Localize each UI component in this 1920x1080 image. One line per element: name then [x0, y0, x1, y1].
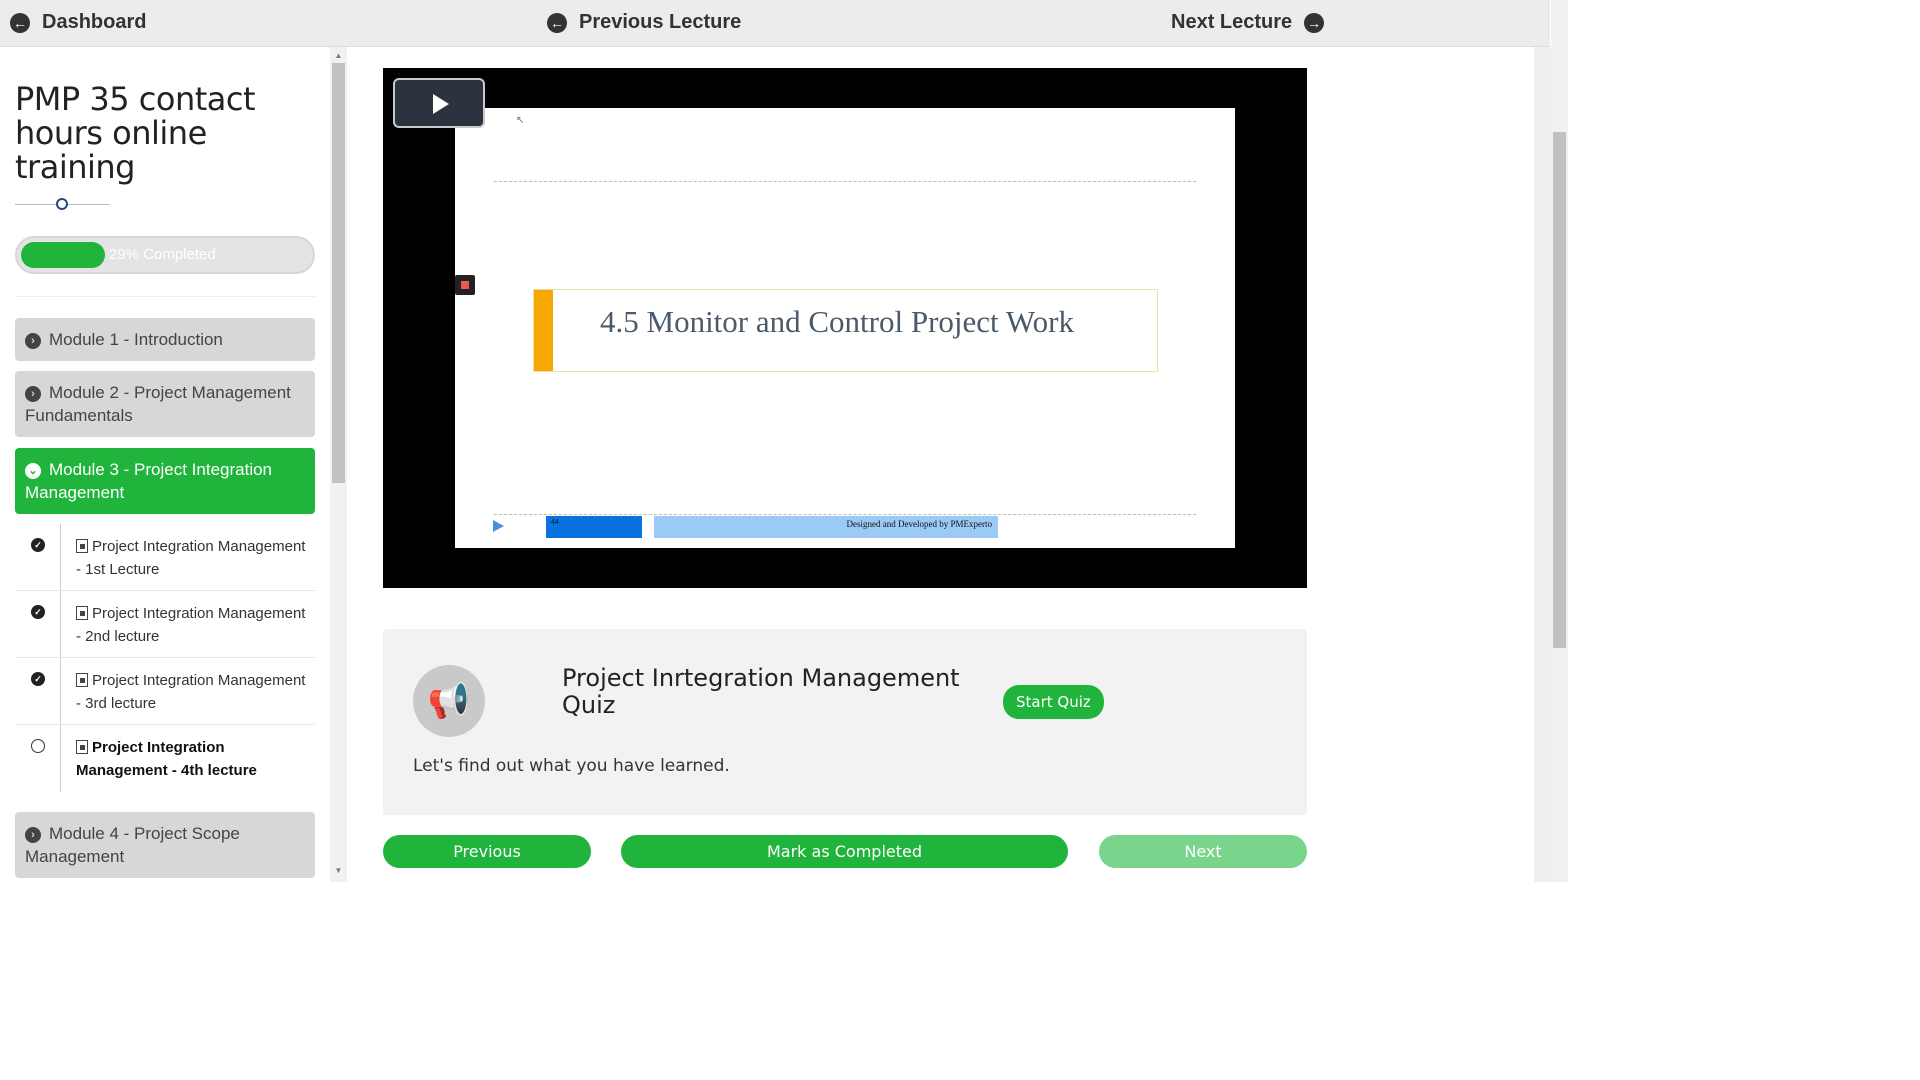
megaphone-icon: 📢 — [413, 665, 485, 737]
check-circle-icon: ✓ — [31, 538, 45, 552]
arrow-left-circle-icon: ← — [547, 12, 567, 33]
module-1[interactable]: › Module 1 - Introduction — [15, 318, 315, 361]
chevron-right-circle-icon: › — [25, 386, 41, 402]
module-label: Module 2 - Project Management Fundamenta… — [25, 383, 291, 425]
chevron-right-circle-icon: › — [25, 827, 41, 843]
scroll-down-arrow-icon[interactable]: ▼ — [334, 866, 343, 875]
dashboard-label: Dashboard — [42, 11, 147, 33]
slide-title-box: 4.5 Monitor and Control Project Work — [533, 289, 1158, 372]
play-button[interactable] — [393, 78, 485, 128]
divider-dot-icon — [56, 198, 68, 210]
lecture-item-current[interactable]: Project Integration Management - 4th lec… — [15, 725, 315, 792]
slide-dotted-line — [494, 514, 1196, 515]
document-icon — [76, 606, 88, 620]
course-title: PMP 35 contact hours online training — [15, 80, 256, 186]
timeline-line — [60, 725, 61, 792]
arrow-left-circle-icon: ← — [10, 12, 30, 33]
next-lecture-label: Next Lecture — [1171, 11, 1293, 33]
lecture-text: Project Integration Management - 4th lec… — [76, 736, 306, 782]
slide-dotted-line — [494, 181, 1196, 182]
next-lecture-link[interactable]: Next Lecture → — [1171, 11, 1325, 34]
page-scrollbar-thumb[interactable] — [1553, 132, 1566, 648]
arrow-right-circle-icon: → — [1304, 12, 1325, 33]
slide-play-icon[interactable] — [493, 520, 504, 532]
lecture-label: Project Integration Management - 4th lec… — [76, 739, 257, 779]
check-circle-icon: ✓ — [31, 672, 45, 686]
timeline-line — [60, 658, 61, 724]
video-slide: 4.5 Monitor and Control Project Work 44 … — [455, 108, 1235, 548]
previous-lecture-label: Previous Lecture — [579, 11, 742, 33]
start-quiz-button[interactable]: Start Quiz — [1003, 685, 1104, 719]
mark-as-completed-button[interactable]: Mark as Completed — [621, 835, 1068, 868]
lecture-item[interactable]: ✓ Project Integration Management - 2nd l… — [15, 591, 315, 658]
lecture-text: Project Integration Management - 2nd lec… — [76, 602, 306, 648]
lecture-label: Project Integration Management - 1st Lec… — [76, 538, 306, 578]
quiz-card: 📢 Project Inrtegration Management Quiz S… — [383, 629, 1307, 815]
top-navigation-bar: ← Dashboard ← Previous Lecture Next Lect… — [0, 0, 1550, 47]
previous-lecture-link[interactable]: ← Previous Lecture — [547, 11, 741, 34]
scroll-up-arrow-icon[interactable]: ▲ — [334, 51, 343, 60]
stop-icon[interactable] — [455, 275, 475, 295]
module-label: Module 3 - Project Integration Managemen… — [25, 460, 273, 502]
next-button[interactable]: Next — [1099, 835, 1307, 868]
video-player[interactable]: 4.5 Monitor and Control Project Work 44 … — [383, 68, 1307, 588]
document-icon — [76, 740, 88, 754]
slide-footer: Designed and Developed by PMExperto — [654, 516, 998, 538]
mouse-cursor-icon: ↖ — [516, 115, 525, 126]
lecture-list: ✓ Project Integration Management - 1st L… — [15, 524, 315, 792]
chevron-right-circle-icon: › — [25, 333, 41, 349]
chevron-down-circle-icon: ⌄ — [25, 463, 41, 479]
lecture-label: Project Integration Management - 3rd lec… — [76, 672, 306, 712]
progress-label: 29% Completed — [109, 246, 216, 263]
check-circle-icon: ✓ — [31, 605, 45, 619]
lecture-label: Project Integration Management - 2nd lec… — [76, 605, 306, 645]
timeline-line — [60, 591, 61, 657]
module-4[interactable]: › Module 4 - Project Scope Management — [15, 812, 315, 878]
progress-fill — [21, 242, 105, 268]
previous-button[interactable]: Previous — [383, 835, 591, 868]
sidebar-scrollbar-thumb[interactable] — [332, 63, 345, 483]
dashboard-link[interactable]: ← Dashboard — [10, 11, 146, 34]
lecture-text: Project Integration Management - 3rd lec… — [76, 669, 306, 715]
module-label: Module 1 - Introduction — [49, 330, 223, 349]
document-icon — [76, 539, 88, 553]
module-3[interactable]: ⌄ Module 3 - Project Integration Manageme… — [15, 448, 315, 514]
lecture-text: Project Integration Management - 1st Lec… — [76, 535, 306, 581]
slide-number: 44 — [546, 516, 642, 538]
slide-title-accent — [534, 290, 553, 371]
quiz-title: Project Inrtegration Management Quiz — [562, 664, 960, 719]
quiz-description: Let's find out what you have learned. — [413, 756, 730, 776]
document-icon — [76, 673, 88, 687]
empty-circle-icon — [31, 739, 45, 753]
course-sidebar: PMP 35 contact hours online training 29%… — [0, 47, 330, 882]
timeline-line — [60, 524, 61, 590]
lecture-item[interactable]: ✓ Project Integration Management - 1st L… — [15, 524, 315, 591]
slide-title: 4.5 Monitor and Control Project Work — [600, 304, 1074, 339]
module-2[interactable]: › Module 2 - Project Management Fundament… — [15, 371, 315, 437]
lecture-item[interactable]: ✓ Project Integration Management - 3rd l… — [15, 658, 315, 725]
divider — [15, 296, 315, 297]
course-progress-bar: 29% Completed — [15, 236, 315, 274]
module-label: Module 4 - Project Scope Management — [25, 824, 240, 866]
